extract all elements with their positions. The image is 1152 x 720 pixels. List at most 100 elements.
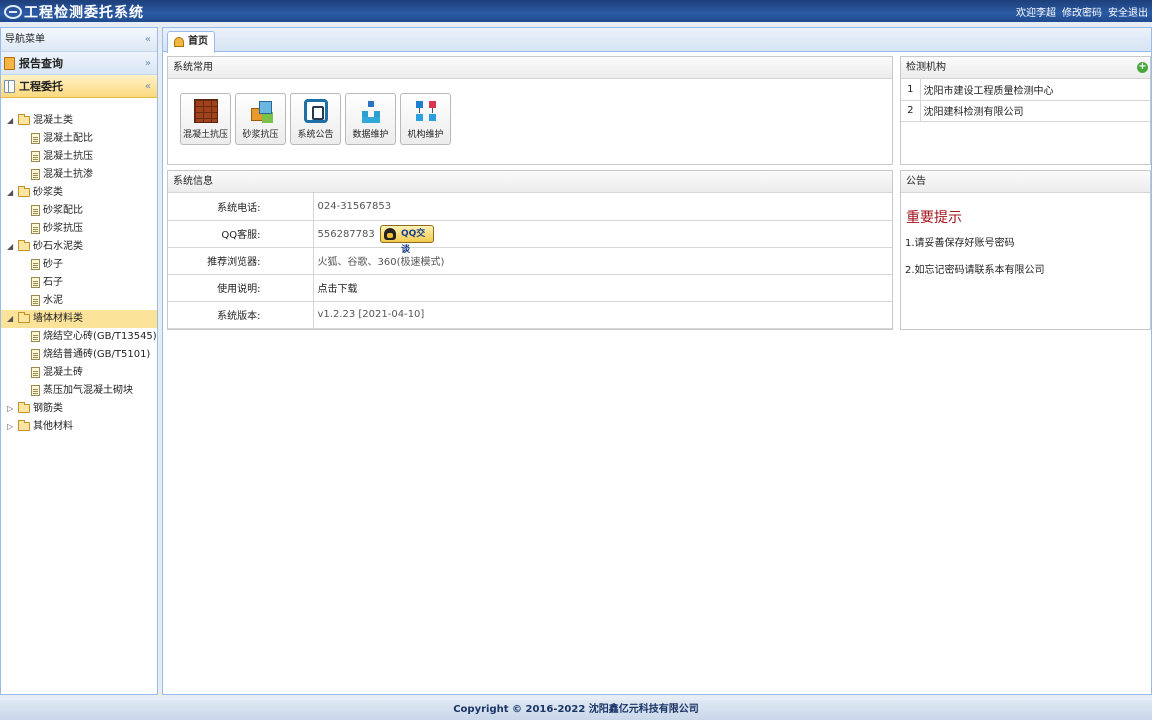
collapsed-arrow-icon[interactable]: ▷ bbox=[7, 418, 13, 436]
table-row[interactable]: 1 沈阳市建设工程质量检测中心 bbox=[901, 79, 1150, 101]
tree-item[interactable]: 砂浆抗压 bbox=[1, 220, 157, 238]
tree-item[interactable]: 水泥 bbox=[1, 292, 157, 310]
expanded-arrow-icon[interactable]: ◢ bbox=[7, 238, 13, 256]
tree-item[interactable]: 砂子 bbox=[1, 256, 157, 274]
tree-item[interactable]: 混凝土配比 bbox=[1, 130, 157, 148]
common-functions-title: 系统常用 bbox=[168, 57, 892, 79]
tree-label: 其他材料 bbox=[33, 421, 73, 432]
tree-folder[interactable]: ◢ 砂浆类 bbox=[1, 184, 157, 202]
qq-chat-button[interactable]: QQ交谈 bbox=[379, 224, 434, 255]
footer-copyright: Copyright © 2016-2022 沈阳鑫亿元科技有限公司 bbox=[0, 700, 1152, 720]
manual-download-link[interactable]: 点击下载 bbox=[313, 274, 892, 302]
tree-item[interactable]: 砂浆配比 bbox=[1, 202, 157, 220]
folder-icon bbox=[18, 240, 30, 251]
document-icon bbox=[31, 331, 40, 342]
common-functions-panel: 系统常用 混凝土抗压 砂浆抗压 系统公告 数据维护 机构维护 bbox=[167, 56, 893, 165]
network-icon bbox=[414, 99, 438, 123]
expand-chevron-icon[interactable]: » bbox=[145, 52, 151, 75]
org-name: 沈阳建科检测有限公司 bbox=[920, 100, 1150, 122]
tree-label: 砂子 bbox=[43, 259, 63, 270]
notice-line: 2.如忘记密码请联系本有限公司 bbox=[905, 265, 1045, 276]
penguin-icon bbox=[383, 227, 396, 240]
tree-label: 烧结普通砖(GB/T5101) bbox=[43, 349, 151, 360]
tree-label: 砂浆类 bbox=[33, 187, 63, 198]
tree-label: 蒸压加气混凝土砌块 bbox=[43, 385, 133, 396]
tree-folder[interactable]: ◢ 砂石水泥类 bbox=[1, 238, 157, 256]
shortcut-label: 砂浆抗压 bbox=[242, 130, 279, 140]
system-info-panel: 系统信息 系统电话: 024-31567853 QQ客服: 556287783 … bbox=[167, 170, 893, 330]
tree-item[interactable]: 烧结空心砖(GB/T13545) bbox=[1, 328, 157, 346]
book-icon bbox=[4, 57, 15, 70]
table-row: 使用说明: 点击下载 bbox=[168, 274, 892, 302]
accordion-report-query[interactable]: 报告查询 » bbox=[1, 52, 157, 75]
expanded-arrow-icon[interactable]: ◢ bbox=[7, 310, 13, 328]
document-icon bbox=[31, 277, 40, 288]
tree-item[interactable]: 混凝土抗压 bbox=[1, 148, 157, 166]
document-icon bbox=[31, 259, 40, 270]
header-links: 欢迎李超 修改密码 安全退出 bbox=[1016, 4, 1148, 19]
tree-folder[interactable]: ◢ 混凝土类 bbox=[1, 112, 157, 130]
tree-label: 烧结空心砖(GB/T13545) bbox=[43, 331, 157, 342]
document-icon bbox=[31, 385, 40, 396]
tree-label: 墙体材料类 bbox=[33, 313, 83, 324]
tab-home[interactable]: 首页 bbox=[167, 31, 215, 53]
tree-folder[interactable]: ▷ 钢筋类 bbox=[1, 400, 157, 418]
info-key: 使用说明: bbox=[168, 274, 314, 302]
tree-label: 钢筋类 bbox=[33, 403, 63, 414]
tree-folder[interactable]: ◢ 墙体材料类 bbox=[1, 310, 157, 328]
document-icon bbox=[31, 169, 40, 180]
shortcut-label: 混凝土抗压 bbox=[182, 130, 228, 140]
table-row[interactable]: 2 沈阳建科检测有限公司 bbox=[901, 100, 1150, 122]
tree-folder[interactable]: ▷ 其他材料 bbox=[1, 418, 157, 436]
frame-icon bbox=[304, 99, 328, 123]
logout-link[interactable]: 安全退出 bbox=[1108, 4, 1148, 19]
expanded-arrow-icon[interactable]: ◢ bbox=[7, 112, 13, 130]
shortcut-concrete-compression[interactable]: 混凝土抗压 bbox=[180, 93, 231, 145]
document-icon bbox=[31, 151, 40, 162]
home-icon bbox=[174, 37, 184, 47]
tree-label: 混凝土抗压 bbox=[43, 151, 93, 162]
document-icon bbox=[31, 205, 40, 216]
tree-item[interactable]: 烧结普通砖(GB/T5101) bbox=[1, 346, 157, 364]
tree-label: 砂石水泥类 bbox=[33, 241, 83, 252]
expanded-arrow-icon[interactable]: ◢ bbox=[7, 184, 13, 202]
tree-item[interactable]: 混凝土抗渗 bbox=[1, 166, 157, 184]
document-icon bbox=[31, 223, 40, 234]
phone-value: 024-31567853 bbox=[313, 193, 892, 221]
folder-icon bbox=[18, 114, 30, 125]
document-icon bbox=[31, 295, 40, 306]
shortcut-system-notice[interactable]: 系统公告 bbox=[290, 93, 341, 145]
tree-label: 水泥 bbox=[43, 295, 63, 306]
notice-title: 公告 bbox=[901, 171, 1150, 193]
welcome-user-link[interactable]: 欢迎李超 bbox=[1016, 4, 1056, 19]
accordion-report-query-label: 报告查询 bbox=[19, 57, 63, 70]
collapse-chevron-icon[interactable]: « bbox=[145, 75, 151, 98]
shortcut-org-maintenance[interactable]: 机构维护 bbox=[400, 93, 451, 145]
info-key: 推荐浏览器: bbox=[168, 247, 314, 275]
accordion-project-commission[interactable]: 工程委托 « bbox=[1, 75, 157, 98]
accordion-project-commission-label: 工程委托 bbox=[19, 80, 63, 93]
browser-value: 火狐、谷歌、360(极速模式) bbox=[313, 247, 892, 275]
org-name: 沈阳市建设工程质量检测中心 bbox=[920, 79, 1150, 101]
tree-item[interactable]: 蒸压加气混凝土砌块 bbox=[1, 382, 157, 400]
shortcut-list: 混凝土抗压 砂浆抗压 系统公告 数据维护 机构维护 bbox=[168, 79, 892, 145]
shortcut-label: 机构维护 bbox=[407, 130, 444, 140]
shortcut-data-maintenance[interactable]: 数据维护 bbox=[345, 93, 396, 145]
info-key: QQ客服: bbox=[168, 220, 314, 248]
row-number: 1 bbox=[901, 79, 921, 101]
cubes-icon bbox=[249, 99, 273, 123]
tree-item[interactable]: 石子 bbox=[1, 274, 157, 292]
system-info-table: 系统电话: 024-31567853 QQ客服: 556287783 QQ交谈 … bbox=[168, 193, 892, 329]
tree-label: 混凝土类 bbox=[33, 115, 73, 126]
shortcut-label: 数据维护 bbox=[352, 130, 389, 140]
folder-icon bbox=[18, 186, 30, 197]
change-password-link[interactable]: 修改密码 bbox=[1062, 4, 1102, 19]
testing-orgs-title: 检测机构 bbox=[906, 62, 946, 73]
table-row: 推荐浏览器: 火狐、谷歌、360(极速模式) bbox=[168, 247, 892, 275]
add-icon[interactable]: + bbox=[1137, 62, 1148, 73]
shortcut-mortar-compression[interactable]: 砂浆抗压 bbox=[235, 93, 286, 145]
collapsed-arrow-icon[interactable]: ▷ bbox=[7, 400, 13, 418]
tree-label: 石子 bbox=[43, 277, 63, 288]
tree-item[interactable]: 混凝土砖 bbox=[1, 364, 157, 382]
collapse-sidebar-icon[interactable]: « bbox=[145, 28, 151, 52]
